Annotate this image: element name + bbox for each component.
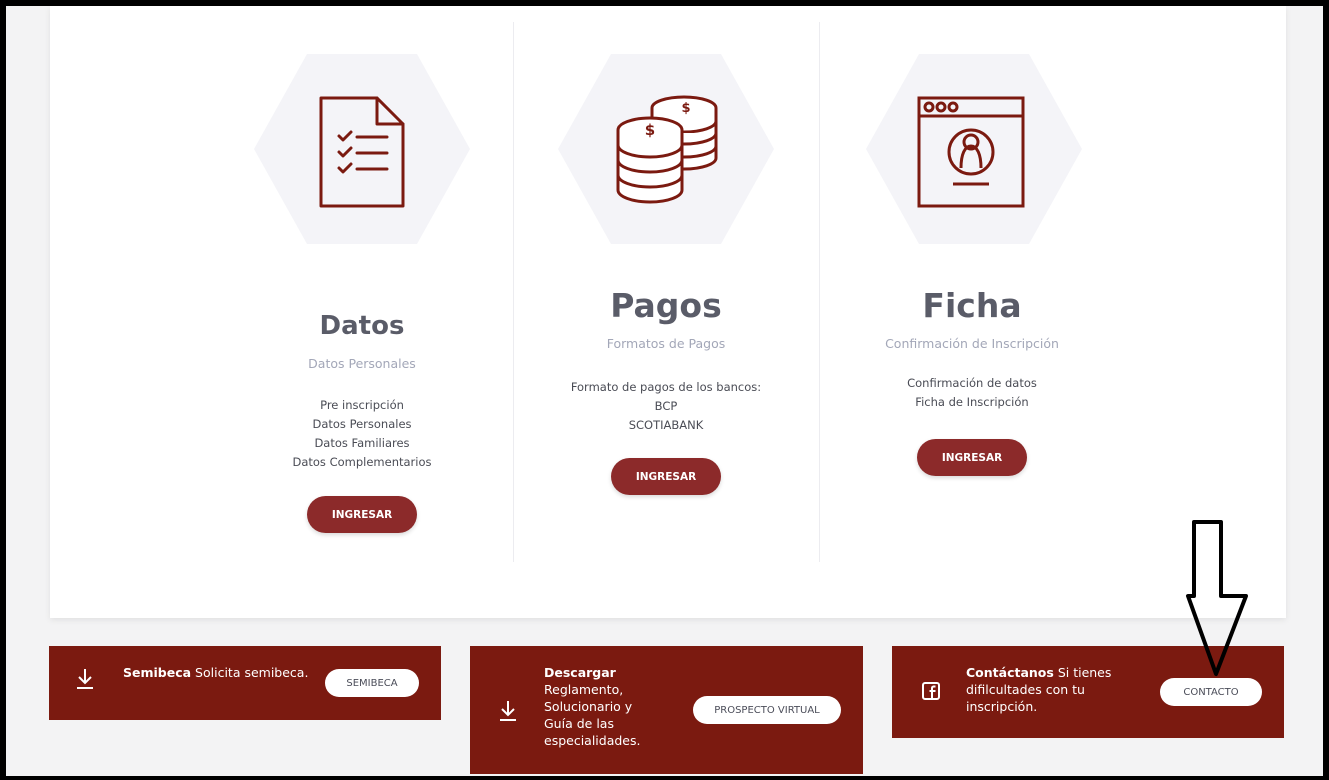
descargar-heading: Descargar (544, 665, 616, 680)
column-description: Formato de pagos de los bancos: BCP SCOT… (513, 378, 819, 435)
description-line: Confirmación de datos (907, 376, 1037, 390)
semibeca-description: Solicita semibeca. (195, 665, 309, 680)
contacto-heading: Contáctanos (966, 665, 1054, 680)
column-description: Pre inscripción Datos Personales Datos F… (207, 396, 517, 472)
description-line: Formato de pagos de los bancos: (570, 380, 762, 394)
descargar-description: Reglamento, Solucionario y Guía de las e… (544, 682, 641, 748)
steps-card: Datos Datos Personales Pre inscripción D… (50, 6, 1286, 618)
column-subtitle: Datos Personales (308, 356, 416, 371)
browser-profile-icon (917, 96, 1025, 208)
ingresar-pagos-button[interactable]: INGRESAR (611, 458, 721, 495)
svg-text:$: $ (645, 121, 655, 139)
contacto-text: Contáctanos Si tienes difilcultades con … (966, 664, 1142, 715)
description-line: Datos Complementarios (292, 455, 432, 469)
column-title: Pagos (610, 286, 722, 325)
semibeca-button[interactable]: SEMIBECA (325, 669, 419, 697)
descargar-text: Descargar Reglamento, Solucionario y Guí… (544, 664, 658, 749)
prospecto-virtual-button[interactable]: PROSPECTO VIRTUAL (693, 696, 841, 724)
semibeca-heading: Semibeca (123, 665, 192, 680)
column-title: Datos (319, 311, 405, 341)
description-line: Pre inscripción (320, 398, 404, 412)
description-line: BCP (654, 399, 678, 413)
down-arrow-outline-icon (1186, 520, 1248, 676)
description-line: Ficha de Inscripción (915, 395, 1029, 409)
description-line: Datos Personales (312, 417, 412, 431)
coins-stack-icon: $ $ (616, 95, 718, 204)
description-line: SCOTIABANK (628, 418, 704, 432)
download-icon (500, 701, 516, 721)
column-subtitle: Confirmación de Inscripción (885, 336, 1059, 351)
ingresar-datos-button[interactable]: INGRESAR (307, 496, 417, 533)
facebook-icon[interactable] (922, 682, 940, 700)
download-icon (77, 669, 93, 689)
semibeca-panel: Semibeca Solicita semibeca. SEMIBECA (49, 646, 441, 720)
contacto-button[interactable]: CONTACTO (1160, 678, 1262, 706)
checklist-document-icon (319, 96, 405, 208)
svg-text:$: $ (681, 101, 690, 116)
column-description: Confirmación de datos Ficha de Inscripci… (819, 374, 1125, 412)
column-title: Ficha (922, 286, 1022, 325)
descargar-panel: Descargar Reglamento, Solucionario y Guí… (470, 646, 863, 774)
column-subtitle: Formatos de Pagos (606, 336, 726, 351)
ingresar-ficha-button[interactable]: INGRESAR (917, 439, 1027, 476)
description-line: Datos Familiares (314, 436, 410, 450)
page-frame: Datos Datos Personales Pre inscripción D… (0, 0, 1329, 780)
semibeca-text: Semibeca Solicita semibeca. (123, 664, 313, 681)
